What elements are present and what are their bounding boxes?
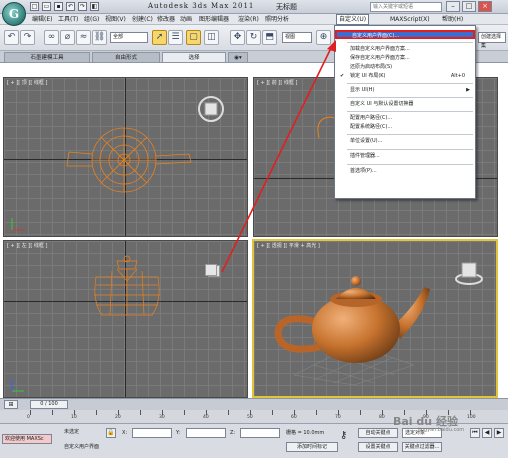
watermark-url: jingyan.baidu.com: [418, 427, 465, 433]
callout-arrow: [221, 40, 336, 273]
